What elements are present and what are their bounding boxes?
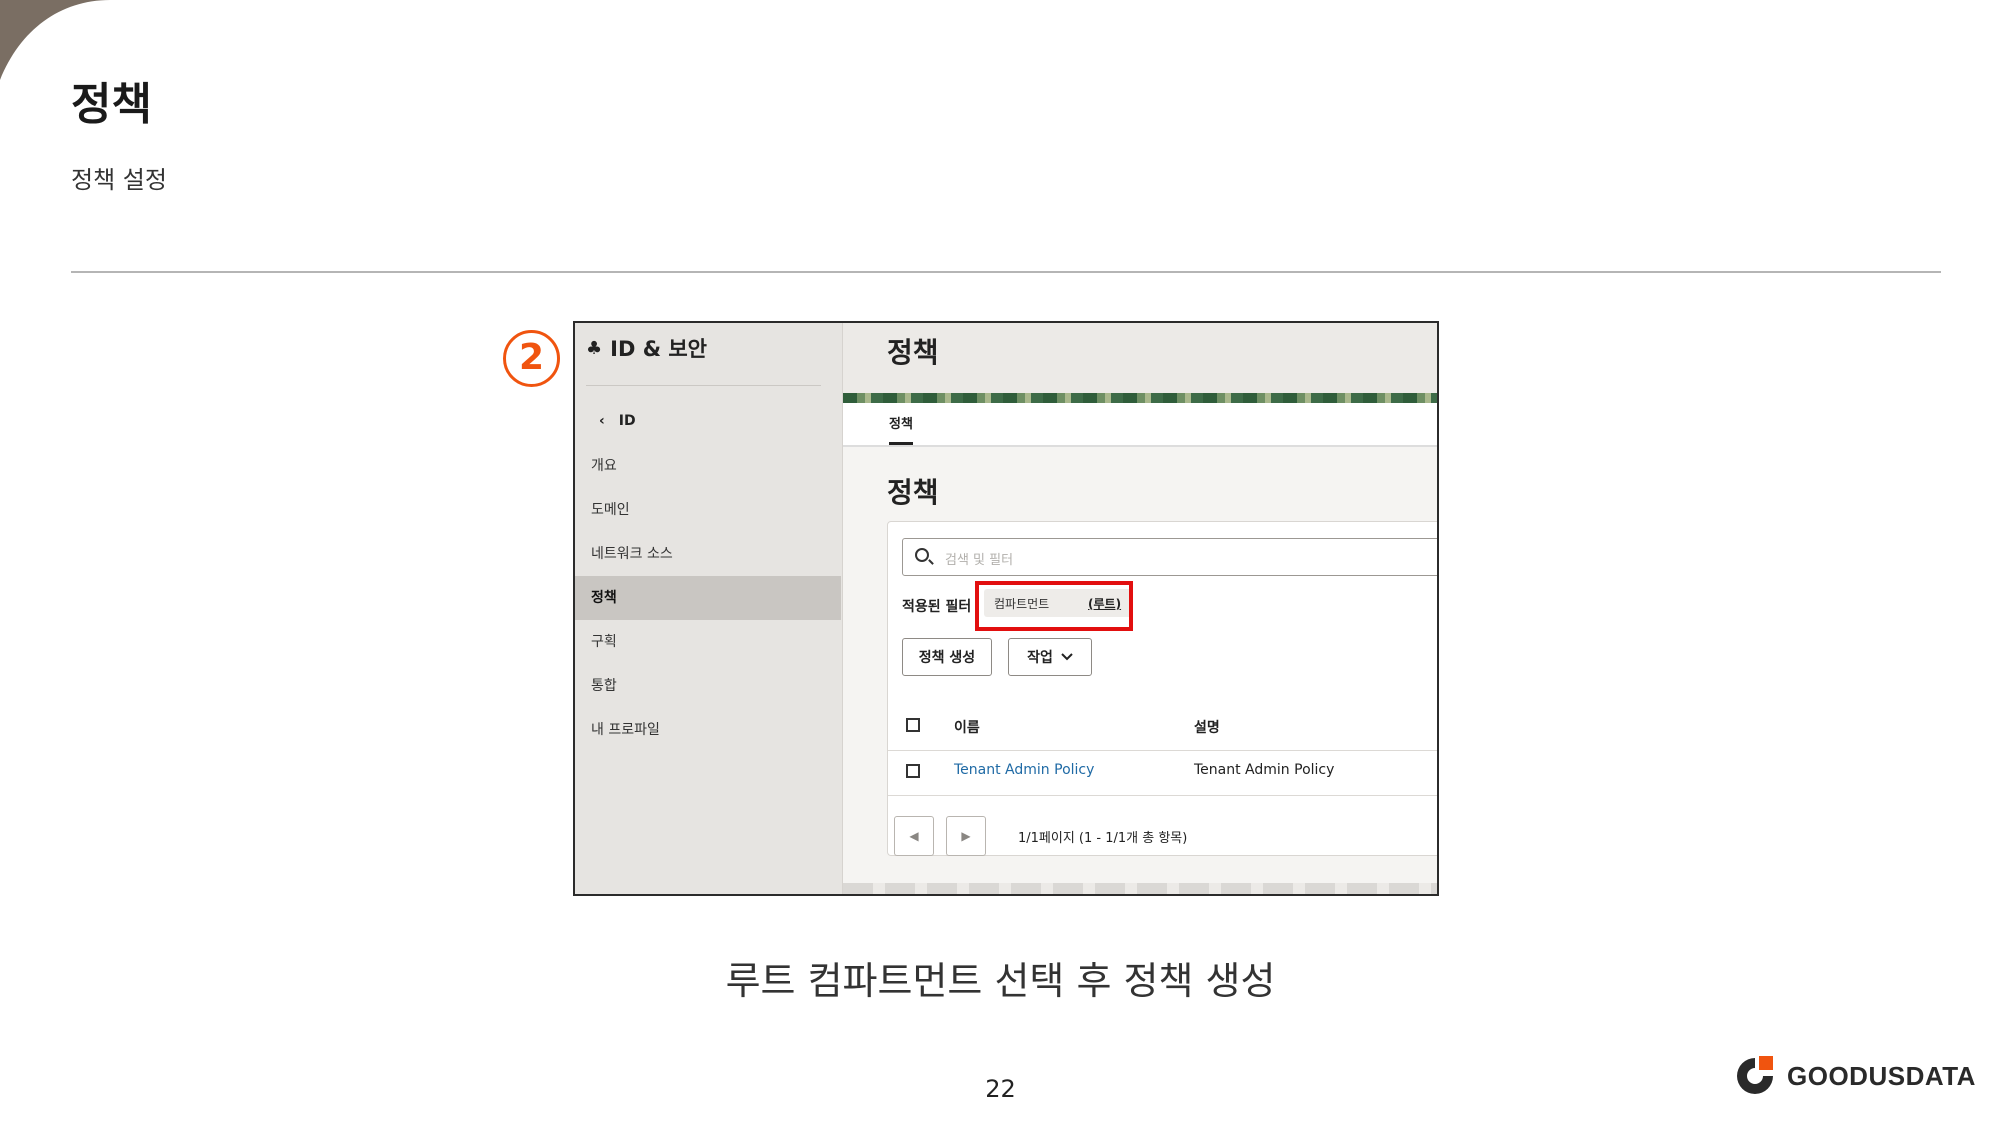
company-logo: GOODUSDATA	[1733, 1054, 1976, 1098]
policy-name-link[interactable]: Tenant Admin Policy	[954, 762, 1094, 778]
policies-panel: 검색 및 필터 적용된 필터 컴파트먼트 (루트) 정책 생성 작업 이름 설명…	[887, 521, 1437, 856]
row-divider	[888, 795, 1437, 796]
sidebar-item-overview[interactable]: 개요	[575, 444, 841, 488]
previous-page-button[interactable]: ◀	[894, 816, 934, 856]
console-screenshot: ♣ ID & 보안 ‹ ID 개요 도메인 네트워크 소스 정책 구획 통합 내…	[573, 321, 1439, 896]
create-policy-button[interactable]: 정책 생성	[902, 638, 992, 676]
highlight-box	[975, 581, 1133, 631]
footer-strip	[843, 883, 1437, 894]
people-icon: ♣	[586, 337, 603, 359]
logo-mark-icon	[1737, 1056, 1773, 1094]
sidebar-item-network-sources[interactable]: 네트워크 소스	[575, 532, 841, 576]
tab-bar: 정책	[843, 403, 1437, 447]
column-header-name[interactable]: 이름	[954, 717, 980, 737]
pagination-info: 1/1페이지 (1 - 1/1개 총 항목)	[1018, 831, 1188, 846]
page-number: 22	[985, 1075, 1016, 1103]
main-header: 정책	[843, 323, 1437, 393]
sidebar-divider	[586, 385, 821, 386]
logo-text: GOODUSDATA	[1787, 1060, 1976, 1091]
main-header-title: 정책	[887, 336, 939, 369]
sidebar: ♣ ID & 보안 ‹ ID 개요 도메인 네트워크 소스 정책 구획 통합 내…	[575, 323, 843, 894]
sidebar-item-domains[interactable]: 도메인	[575, 488, 841, 532]
slide-caption: 루트 컴파트먼트 선택 후 정책 생성	[725, 959, 1276, 1003]
sidebar-item-integrations[interactable]: 통합	[575, 664, 841, 708]
slide-subtitle: 정책 설정	[71, 166, 167, 194]
row-checkbox[interactable]	[906, 764, 920, 778]
search-placeholder: 검색 및 필터	[945, 553, 1014, 568]
create-policy-label: 정책 생성	[918, 650, 976, 666]
sidebar-back-label: ID	[618, 413, 636, 429]
next-page-button[interactable]: ▶	[946, 816, 986, 856]
header-divider	[888, 750, 1437, 751]
sidebar-header-label: ID & 보안	[610, 337, 707, 361]
main-content: 정책 정책 정책 검색 및 필터 적용된 필터 컴파트먼트 (루트) 정책 생성…	[843, 323, 1437, 894]
sidebar-header: ♣ ID & 보안	[586, 333, 707, 363]
sidebar-item-policies[interactable]: 정책	[575, 576, 841, 620]
applied-filter-label: 적용된 필터	[902, 599, 972, 615]
slide-title: 정책	[71, 79, 152, 130]
title-divider	[71, 271, 1941, 273]
column-header-description[interactable]: 설명	[1194, 717, 1220, 737]
chevron-left-icon: ‹	[599, 413, 605, 429]
header-banner	[843, 393, 1437, 403]
policy-description: Tenant Admin Policy	[1194, 762, 1335, 778]
select-all-checkbox[interactable]	[906, 718, 920, 732]
search-icon	[915, 548, 929, 562]
page-heading: 정책	[887, 476, 939, 509]
actions-button[interactable]: 작업	[1008, 638, 1092, 676]
search-input[interactable]: 검색 및 필터	[902, 538, 1437, 576]
chevron-down-icon	[1061, 653, 1073, 661]
actions-label: 작업	[1027, 650, 1053, 666]
sidebar-back-link[interactable]: ‹ ID	[599, 413, 636, 429]
sidebar-item-compartments[interactable]: 구획	[575, 620, 841, 664]
tab-policies[interactable]: 정책	[889, 413, 913, 445]
sidebar-item-my-profile[interactable]: 내 프로파일	[575, 708, 841, 752]
step-number-badge: 2	[503, 330, 560, 387]
